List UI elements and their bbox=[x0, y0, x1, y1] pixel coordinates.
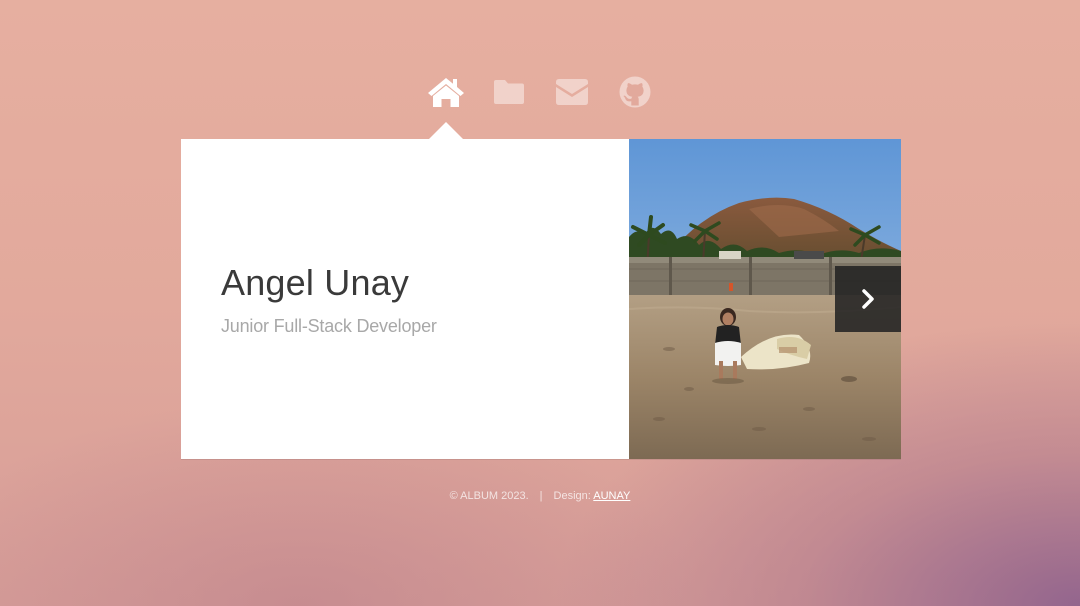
footer: © ALBUM 2023. | Design: AUNAY bbox=[0, 490, 1080, 502]
nav-contact[interactable] bbox=[552, 72, 592, 112]
main-nav bbox=[0, 72, 1080, 112]
nav-active-pointer bbox=[429, 122, 463, 139]
envelope-icon bbox=[556, 79, 588, 105]
nav-folder[interactable] bbox=[489, 72, 529, 112]
nav-github[interactable] bbox=[615, 72, 655, 112]
home-icon bbox=[428, 78, 464, 107]
folder-icon bbox=[494, 80, 524, 104]
footer-separator: | bbox=[539, 490, 543, 502]
profile-photo bbox=[629, 139, 901, 459]
profile-name: Angel Unay bbox=[221, 262, 410, 303]
chevron-right-icon bbox=[862, 289, 874, 309]
profile-role: Junior Full-Stack Developer bbox=[221, 316, 437, 336]
designer-link[interactable]: AUNAY bbox=[593, 490, 630, 502]
github-icon bbox=[619, 76, 651, 108]
next-photo-button[interactable] bbox=[835, 266, 901, 332]
profile-info: Angel Unay Junior Full-Stack Developer bbox=[181, 139, 629, 459]
design-label: Design: bbox=[553, 490, 591, 502]
nav-home[interactable] bbox=[426, 72, 466, 112]
copyright-text: © ALBUM 2023. bbox=[449, 490, 529, 502]
profile-card: Angel Unay Junior Full-Stack Developer bbox=[181, 139, 901, 459]
